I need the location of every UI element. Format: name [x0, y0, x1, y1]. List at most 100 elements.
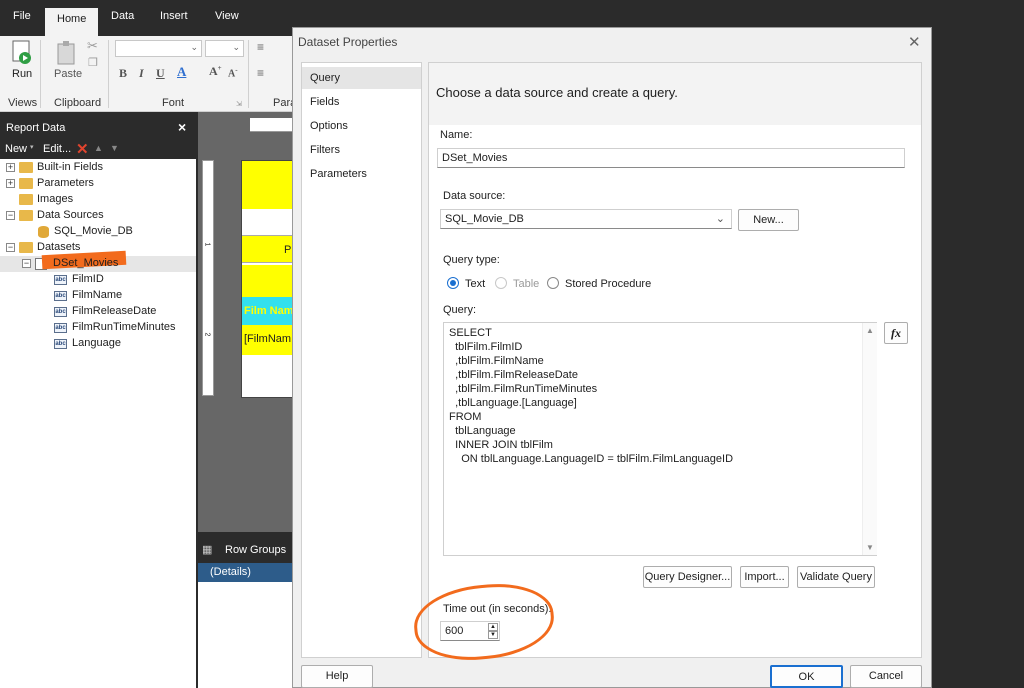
- underline-icon[interactable]: U: [156, 66, 165, 81]
- query-line: SELECT: [449, 327, 492, 339]
- query-line: INNER JOIN tblFilm: [449, 439, 553, 451]
- query-designer-button[interactable]: Query Designer...: [643, 566, 732, 588]
- tree-field-filmid[interactable]: abc FilmID: [0, 272, 196, 288]
- move-up-icon[interactable]: ▲: [94, 143, 103, 153]
- justify-icon[interactable]: ≡: [257, 66, 264, 80]
- tree-item-images[interactable]: Images: [0, 192, 196, 208]
- cut-icon[interactable]: ✂: [87, 38, 98, 54]
- scroll-down-icon[interactable]: ▼: [866, 543, 874, 552]
- field-icon: abc: [54, 339, 67, 349]
- tab-file[interactable]: File: [13, 10, 31, 22]
- row-group-details[interactable]: (Details): [198, 563, 294, 582]
- ribbon-home: Run Paste ✂ ❐ ⌄ ⌄ B I U A A+ A- ≡ ≡ View…: [0, 36, 296, 112]
- validate-query-button[interactable]: Validate Query: [797, 566, 875, 588]
- copy-icon[interactable]: ❐: [88, 56, 98, 69]
- report-band-yellow[interactable]: [242, 265, 295, 297]
- bold-icon[interactable]: B: [119, 66, 127, 81]
- dialog-nav: Query Fields Options Filters Parameters: [301, 62, 422, 658]
- query-line: tblFilm.FilmID: [449, 341, 523, 353]
- dropdown-arrow-icon[interactable]: ▾: [30, 143, 34, 151]
- tree-field-filmname[interactable]: abc FilmName: [0, 288, 196, 304]
- font-size-box[interactable]: ⌄: [205, 40, 244, 57]
- tree-field-filmruntimeminutes[interactable]: abc FilmRunTimeMinutes: [0, 320, 196, 336]
- new-menu-button[interactable]: New: [5, 143, 27, 155]
- nav-parameters[interactable]: Parameters: [302, 163, 421, 185]
- radio-table[interactable]: [495, 277, 507, 289]
- query-line: ,tblFilm.FilmRunTimeMinutes: [449, 383, 598, 395]
- help-button[interactable]: Help: [301, 665, 373, 688]
- query-label: Query:: [443, 304, 477, 316]
- tab-home[interactable]: Home: [45, 8, 99, 36]
- report-title-cell[interactable]: P: [242, 235, 295, 263]
- scroll-up-icon[interactable]: ▲: [866, 326, 874, 335]
- cancel-button[interactable]: Cancel: [850, 665, 922, 688]
- delete-icon[interactable]: ✕: [76, 140, 89, 158]
- field-icon: abc: [54, 291, 67, 301]
- name-input[interactable]: DSet_Movies: [437, 148, 905, 168]
- field-icon: abc: [54, 275, 67, 285]
- close-icon[interactable]: ×: [178, 119, 186, 135]
- nav-query[interactable]: Query: [302, 67, 421, 89]
- report-data-header: Report Data ×: [0, 118, 198, 138]
- folder-icon: [19, 178, 33, 189]
- tab-data[interactable]: Data: [111, 10, 134, 22]
- edit-button[interactable]: Edit...: [43, 143, 71, 155]
- tree-item-dset-movies[interactable]: − DSet_Movies: [0, 250, 196, 272]
- query-line: ,tblFilm.FilmName: [449, 355, 544, 367]
- tree-field-filmreleasedate[interactable]: abc FilmReleaseDate: [0, 304, 196, 320]
- report-body[interactable]: P Film Nam [FilmNam: [241, 160, 295, 398]
- horizontal-ruler: [250, 118, 294, 132]
- expression-fx-button[interactable]: fx: [884, 322, 908, 344]
- radio-stored-procedure-label: Stored Procedure: [565, 278, 652, 290]
- tab-insert[interactable]: Insert: [160, 10, 188, 22]
- font-color-icon[interactable]: A: [177, 64, 186, 80]
- report-design-surface[interactable]: 1 2 P Film Nam [FilmNam: [198, 112, 295, 532]
- name-label: Name:: [440, 129, 473, 141]
- radio-text[interactable]: [447, 277, 459, 289]
- table-detail-cell[interactable]: [FilmNam: [242, 325, 295, 355]
- report-data-toolbar: New ▾ Edit... ✕ ▲ ▼: [0, 139, 198, 159]
- radio-stored-procedure[interactable]: [547, 277, 559, 289]
- database-icon: [38, 226, 49, 238]
- folder-icon: [19, 194, 33, 205]
- move-down-icon[interactable]: ▼: [110, 143, 119, 153]
- paste-icon[interactable]: [55, 40, 79, 66]
- dialog-close-icon[interactable]: ✕: [908, 33, 921, 51]
- tree-item-sql-movie-db[interactable]: SQL_Movie_DB: [0, 224, 196, 240]
- nav-options[interactable]: Options: [302, 115, 421, 137]
- ok-button[interactable]: OK: [770, 665, 843, 688]
- tree-item-builtin-fields[interactable]: + Built-in Fields: [0, 160, 196, 176]
- font-name-box[interactable]: ⌄: [115, 40, 202, 57]
- tab-view[interactable]: View: [215, 10, 239, 22]
- nav-fields[interactable]: Fields: [302, 91, 421, 113]
- query-textarea[interactable]: SELECT tblFilm.FilmID ,tblFilm.FilmName …: [443, 322, 877, 556]
- datasource-select[interactable]: SQL_Movie_DB ⌄: [440, 209, 732, 229]
- new-datasource-button[interactable]: New...: [738, 209, 799, 231]
- tree-item-data-sources[interactable]: − Data Sources: [0, 208, 196, 224]
- row-groups-label: Row Groups: [225, 544, 287, 556]
- italic-icon[interactable]: I: [139, 66, 144, 81]
- query-scrollbar[interactable]: ▲ ▼: [862, 323, 877, 555]
- query-line: FROM: [449, 411, 482, 423]
- tree-item-parameters[interactable]: + Parameters: [0, 176, 196, 192]
- query-line: tblLanguage: [449, 425, 516, 437]
- nav-filters[interactable]: Filters: [302, 139, 421, 161]
- query-type-label: Query type:: [443, 254, 500, 266]
- run-button[interactable]: Run: [12, 68, 32, 80]
- report-data-title: Report Data: [6, 122, 66, 134]
- report-header-band[interactable]: [242, 161, 295, 209]
- table-header-cell[interactable]: Film Nam: [242, 297, 295, 325]
- align-left-icon[interactable]: ≡: [257, 40, 264, 54]
- shrink-font-icon[interactable]: A-: [228, 66, 238, 79]
- tree-field-language[interactable]: abc Language: [0, 336, 196, 352]
- import-button[interactable]: Import...: [740, 566, 789, 588]
- run-icon[interactable]: [10, 40, 34, 66]
- chevron-down-icon[interactable]: ⌄: [716, 212, 725, 225]
- datasource-label: Data source:: [443, 190, 506, 202]
- folder-open-icon: [19, 242, 33, 253]
- group-views-label: Views: [8, 97, 38, 109]
- paste-button[interactable]: Paste: [54, 68, 82, 80]
- group-font-label: Font: [162, 97, 185, 109]
- font-dialog-launcher-icon[interactable]: ⇲: [236, 100, 242, 108]
- grow-font-icon[interactable]: A+: [209, 64, 222, 79]
